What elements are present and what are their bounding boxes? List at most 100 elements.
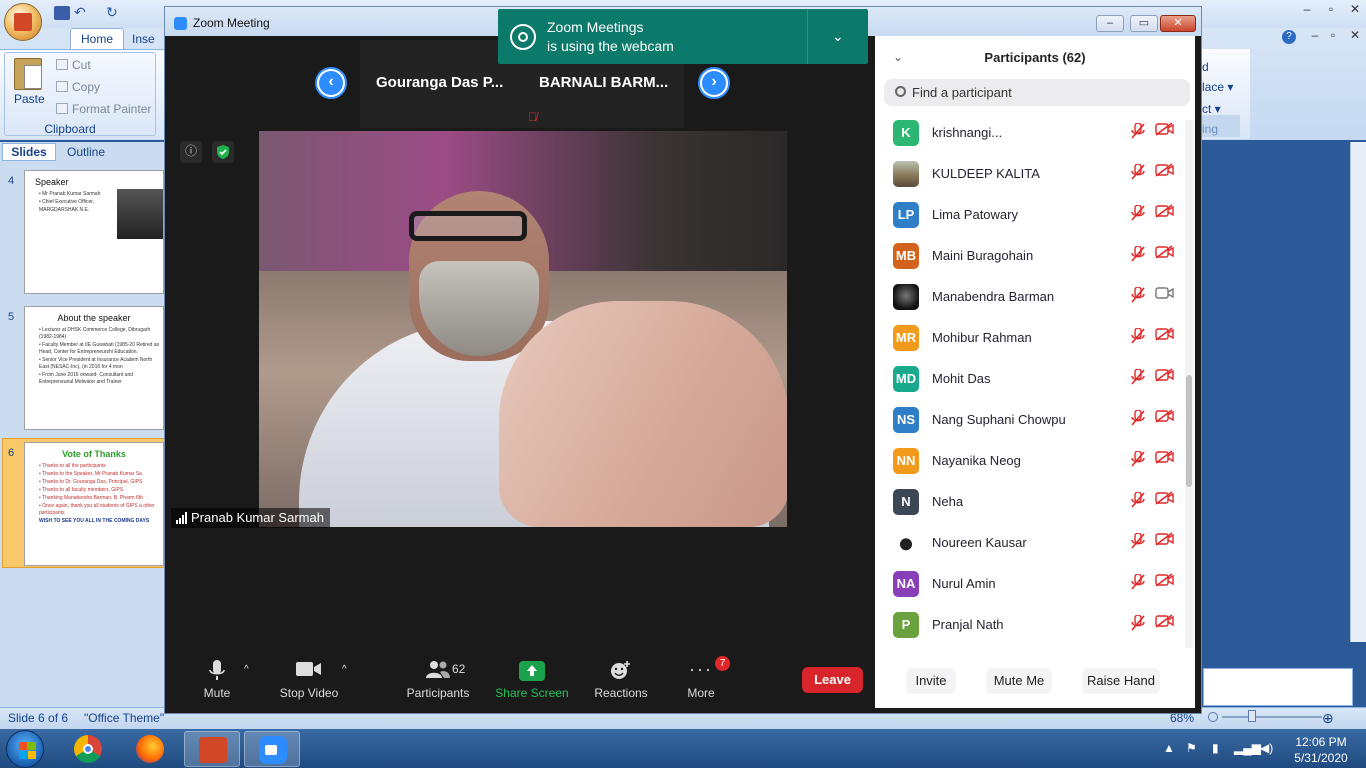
webcam-notification[interactable]: [498, 9, 868, 64]
participant-row[interactable]: NN Nayanika Neog: [885, 441, 1185, 482]
participant-row[interactable]: Noureen Kausar: [885, 523, 1185, 564]
ppt-vertical-scrollbar[interactable]: [1350, 142, 1366, 642]
paste-button[interactable]: Paste: [14, 92, 45, 106]
copy-button[interactable]: Copy: [72, 80, 100, 94]
participant-name: Mohit Das: [932, 371, 991, 386]
ribbon-restore-icon[interactable]: ▫: [1322, 28, 1344, 44]
slide-thumbnail-6[interactable]: Vote of Thanks • Thanks to all the parti…: [24, 442, 164, 566]
stop-video-button[interactable]: Stop Video: [274, 660, 344, 706]
participant-row[interactable]: NA Nurul Amin: [885, 564, 1185, 605]
mute-button[interactable]: Mute: [192, 660, 242, 706]
battery-icon[interactable]: ▮: [1212, 741, 1219, 755]
zoom-slider-thumb[interactable]: [1248, 710, 1256, 722]
microphone-icon: [209, 660, 225, 680]
paste-icon[interactable]: [14, 58, 42, 90]
invite-button[interactable]: Invite: [906, 668, 956, 694]
notes-area[interactable]: [1203, 668, 1353, 706]
avatar: K: [893, 120, 919, 146]
copy-icon: [56, 81, 68, 92]
ppt-minimize-icon[interactable]: –: [1296, 2, 1318, 18]
taskbar-chrome[interactable]: [60, 731, 116, 767]
zoom-slider[interactable]: [1222, 716, 1322, 718]
format-painter-button[interactable]: Format Painter: [72, 102, 151, 116]
search-icon: [895, 86, 906, 97]
security-shield-icon[interactable]: [212, 141, 234, 163]
zoom-close-button[interactable]: ✕: [1160, 15, 1196, 32]
audio-options-chevron-icon[interactable]: ^: [244, 664, 249, 675]
mute-me-button[interactable]: Mute Me: [986, 668, 1052, 694]
participant-row[interactable]: MR Mohibur Rahman: [885, 318, 1185, 359]
cut-button[interactable]: Cut: [72, 58, 91, 72]
zoom-maximize-button[interactable]: ▭: [1130, 15, 1158, 32]
tray-expand-icon[interactable]: ▲: [1163, 741, 1175, 755]
muted-mic-icon: [1131, 368, 1145, 388]
participant-row[interactable]: KULDEEP KALITA: [885, 154, 1185, 195]
participant-row[interactable]: MD Mohit Das: [885, 359, 1185, 400]
raise-hand-button[interactable]: Raise Hand: [1082, 668, 1160, 694]
zoom-out-icon[interactable]: [1208, 712, 1218, 722]
share-screen-button[interactable]: Share Screen: [494, 660, 570, 706]
participant-row[interactable]: P Pranjal Nath: [885, 605, 1185, 646]
leave-button[interactable]: Leave: [802, 667, 863, 693]
taskbar-firefox[interactable]: [122, 731, 178, 767]
reactions-button[interactable]: Reactions: [590, 660, 652, 706]
ribbon-close-icon[interactable]: ✕: [1344, 28, 1366, 44]
avatar: N: [893, 489, 919, 515]
video-camera-icon: [296, 662, 321, 676]
tab-outline[interactable]: Outline: [58, 143, 114, 161]
ribbon-right-label-1: d: [1202, 60, 1209, 74]
muted-mic-icon: [1131, 409, 1145, 429]
select-button[interactable]: ct ▾: [1202, 102, 1221, 116]
zoom-minimize-button[interactable]: –: [1096, 15, 1124, 32]
gallery-prev-button[interactable]: ‹: [315, 67, 347, 99]
slide-thumbnail-5[interactable]: About the speaker • Lecturer at DHSK Com…: [24, 306, 164, 430]
help-icon[interactable]: ?: [1282, 30, 1296, 44]
slide-line: • From June 2016 onward- Consultant and …: [39, 372, 134, 385]
redo-icon[interactable]: ↻: [106, 5, 122, 20]
participant-row[interactable]: Kkrishnangi...: [885, 113, 1185, 154]
video-off-icon: [1155, 245, 1174, 259]
clipboard-group-label: Clipboard: [44, 122, 96, 136]
tab-slides[interactable]: Slides: [2, 143, 56, 161]
avatar: [893, 530, 919, 556]
replace-button[interactable]: lace ▾: [1202, 80, 1233, 94]
participants-scroll-thumb[interactable]: [1186, 375, 1192, 487]
slide-line: • Thanks to Dr. Gouranga Das, Principal,…: [39, 479, 143, 485]
video-options-chevron-icon[interactable]: ^: [342, 664, 347, 675]
ppt-maximize-icon[interactable]: ▫: [1320, 2, 1342, 18]
active-speaker-name: Pranab Kumar Sarmah: [171, 508, 330, 528]
video-off-icon: [1155, 327, 1174, 341]
volume-icon[interactable]: ◀): [1260, 741, 1273, 755]
tray-clock[interactable]: 12:06 PM 5/31/2020: [1286, 734, 1356, 766]
participant-row[interactable]: NS Nang Suphani Chowpu: [885, 400, 1185, 441]
avatar: MB: [893, 243, 919, 269]
flag-icon[interactable]: ⚑: [1186, 741, 1197, 755]
slide-thumbnail-4[interactable]: Speaker • Mr Pranab Kumar Sarmah • Chief…: [24, 170, 164, 294]
participant-row[interactable]: N Neha: [885, 482, 1185, 523]
undo-icon[interactable]: ↶: [74, 5, 90, 20]
participant-row[interactable]: LP Lima Patowary: [885, 195, 1185, 236]
office-button[interactable]: [4, 3, 42, 41]
taskbar-powerpoint[interactable]: [184, 731, 240, 767]
powerpoint-icon: [199, 737, 227, 763]
gallery-tile-name[interactable]: Gouranga Das P...: [376, 74, 503, 91]
avatar: MR: [893, 325, 919, 351]
gallery-tile-name[interactable]: BARNALI BARM...: [539, 74, 668, 91]
save-icon[interactable]: [54, 6, 70, 20]
tab-home[interactable]: Home: [70, 28, 124, 50]
active-speaker-video[interactable]: [259, 131, 787, 527]
gallery-next-button[interactable]: ›: [698, 67, 730, 99]
avatar: LP: [893, 202, 919, 228]
info-icon[interactable]: ⓘ: [180, 141, 202, 163]
network-icon[interactable]: ▂▄▆: [1234, 741, 1261, 755]
zoom-in-icon[interactable]: ⊕: [1322, 710, 1334, 727]
taskbar-zoom[interactable]: [244, 731, 300, 767]
notification-title: Zoom Meetings: [547, 19, 644, 35]
format-painter-icon: [56, 103, 68, 114]
participant-row[interactable]: Manabendra Barman: [885, 277, 1185, 318]
start-button[interactable]: [6, 730, 44, 768]
chevron-down-icon[interactable]: ⌄: [832, 28, 844, 45]
find-participant-input[interactable]: Find a participant: [912, 85, 1012, 100]
ppt-close-icon[interactable]: ✕: [1344, 2, 1366, 18]
participant-row[interactable]: MB Maini Buragohain: [885, 236, 1185, 277]
